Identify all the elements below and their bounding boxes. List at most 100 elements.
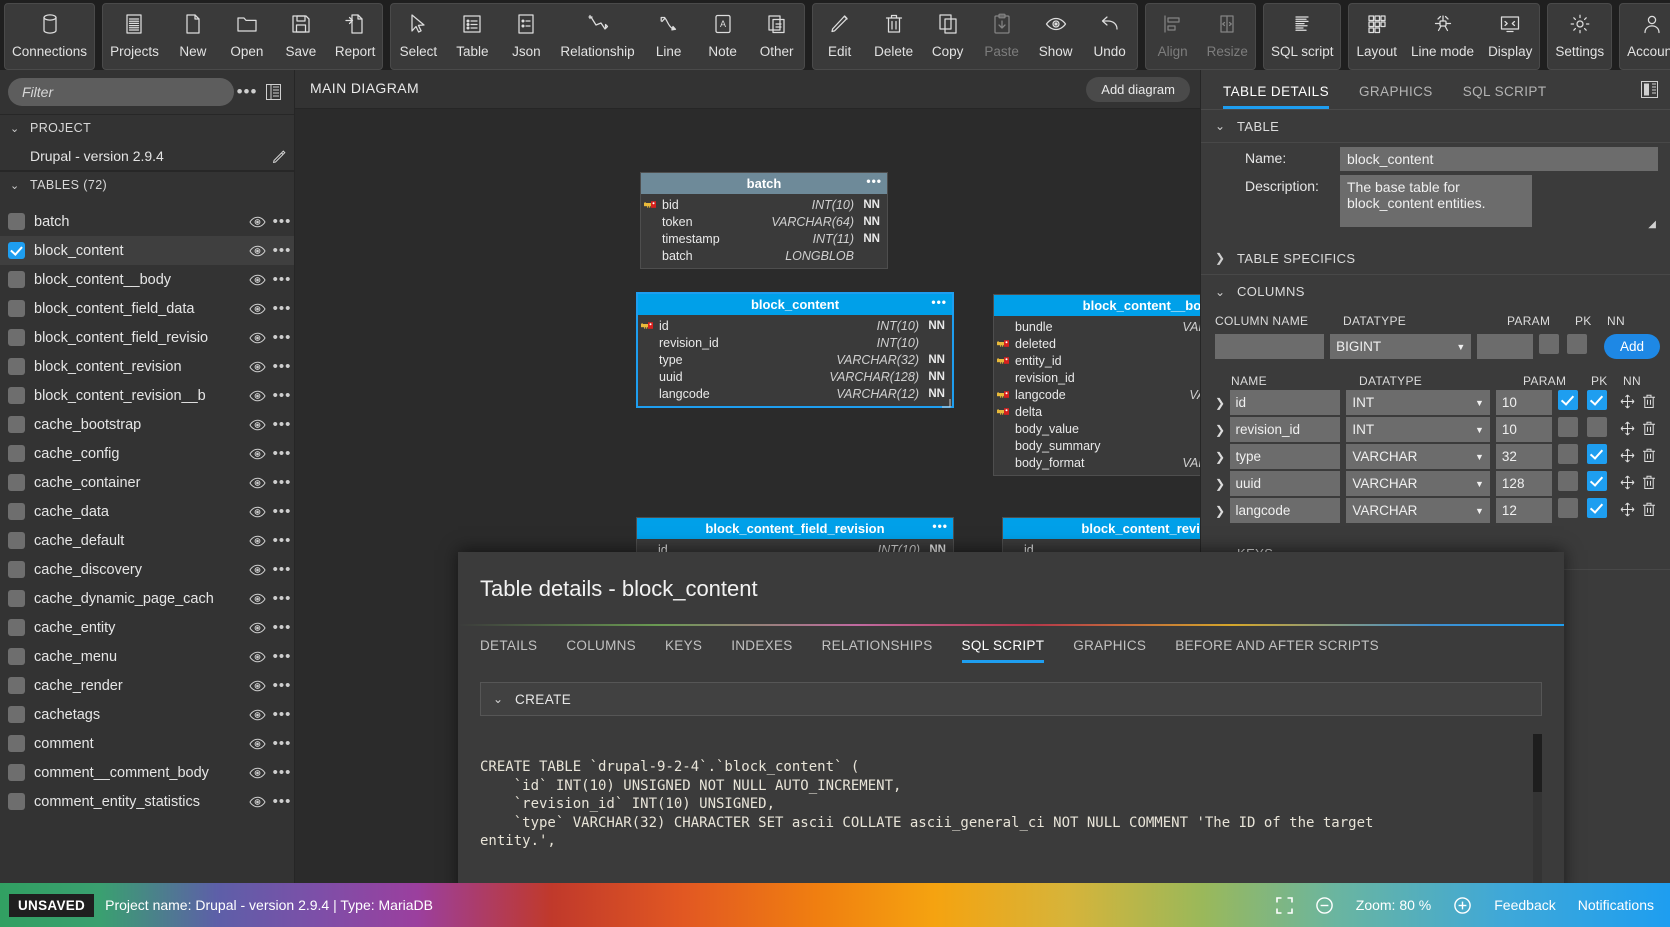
sidebar-table-batch[interactable]: batch••• — [0, 207, 294, 236]
toolbar-button-note[interactable]: ANote — [696, 4, 750, 69]
toggle-right-panel-icon[interactable] — [1641, 81, 1658, 109]
sidebar-table-comment_entity_statistics[interactable]: comment_entity_statistics••• — [0, 787, 294, 816]
column-name-input[interactable] — [1230, 498, 1341, 523]
sidebar-table-cache_menu[interactable]: cache_menu••• — [0, 642, 294, 671]
sql-scrollbar[interactable] — [1533, 734, 1542, 897]
filter-input[interactable] — [8, 78, 234, 106]
column-name-input[interactable] — [1230, 444, 1341, 469]
move-column-icon[interactable] — [1616, 394, 1638, 412]
column-datatype-select[interactable]: INT▼ — [1346, 417, 1490, 442]
column-param-input[interactable] — [1496, 444, 1552, 469]
table-menu-icon[interactable]: ••• — [931, 295, 947, 309]
column-pk-checkbox[interactable] — [1558, 498, 1578, 518]
eye-icon[interactable] — [244, 738, 270, 750]
toolbar-button-undo[interactable]: Undo — [1083, 4, 1137, 69]
table-checkbox[interactable] — [8, 648, 25, 665]
row-more-icon[interactable]: ••• — [270, 503, 294, 520]
toolbar-button-projects[interactable]: Projects — [103, 4, 166, 69]
sql-script-area[interactable]: CREATE TABLE `drupal-9-2-4`.`block_conte… — [480, 734, 1542, 897]
expand-row-icon[interactable]: ❯ — [1215, 477, 1230, 491]
toolbar-button-show[interactable]: Show — [1029, 4, 1083, 69]
toolbar-button-settings[interactable]: Settings — [1548, 4, 1611, 69]
column-name-input[interactable] — [1230, 471, 1341, 496]
table-checkbox[interactable] — [8, 474, 25, 491]
move-column-icon[interactable] — [1616, 475, 1638, 493]
eye-icon[interactable] — [244, 448, 270, 460]
column-pk-checkbox[interactable] — [1558, 417, 1578, 437]
modal-tab-relationships[interactable]: RELATIONSHIPS — [822, 633, 933, 663]
row-more-icon[interactable]: ••• — [270, 445, 294, 462]
project-row[interactable]: Drupal - version 2.9.4 — [0, 141, 294, 171]
diagram-table-header[interactable]: block_content__body••• — [994, 295, 1200, 316]
column-nn-checkbox[interactable] — [1587, 444, 1607, 464]
sidebar-table-cache_container[interactable]: cache_container••• — [0, 468, 294, 497]
add-column-button[interactable]: Add — [1604, 334, 1660, 359]
row-more-icon[interactable]: ••• — [270, 619, 294, 636]
zoom-in-icon[interactable] — [1453, 896, 1472, 915]
modal-tab-graphics[interactable]: GRAPHICS — [1073, 633, 1146, 663]
row-more-icon[interactable]: ••• — [270, 242, 294, 259]
create-section-header[interactable]: ⌄ CREATE — [480, 682, 1542, 716]
column-param-input[interactable] — [1496, 390, 1552, 415]
column-datatype-select[interactable]: INT▼ — [1346, 390, 1490, 415]
table-checkbox[interactable] — [8, 561, 25, 578]
tab-main-diagram[interactable]: MAIN DIAGRAM — [310, 70, 419, 109]
toolbar-button-json[interactable]: Json — [499, 4, 553, 69]
diagram-table-block_content[interactable]: block_content•••idINT(10)NNrevision_idIN… — [636, 292, 954, 408]
toolbar-button-select[interactable]: Select — [391, 4, 445, 69]
sidebar-table-cache_config[interactable]: cache_config••• — [0, 439, 294, 468]
table-menu-icon[interactable]: ••• — [932, 519, 948, 533]
column-datatype-select[interactable]: VARCHAR▼ — [1346, 498, 1490, 523]
diagram-table-block_content__body[interactable]: block_content__body•••bundleVARCHAR(128)… — [993, 294, 1200, 476]
row-more-icon[interactable]: ••• — [270, 590, 294, 607]
toolbar-button-line[interactable]: Line — [642, 4, 696, 69]
table-list[interactable]: batch•••block_content•••block_content__b… — [0, 207, 294, 883]
toolbar-button-layout[interactable]: Layout — [1349, 4, 1404, 69]
toolbar-button-new[interactable]: New — [166, 4, 220, 69]
toolbar-button-relationship[interactable]: Relationship — [553, 4, 641, 69]
table-section-header[interactable]: ⌄ TABLE — [1201, 110, 1670, 143]
toolbar-button-line-mode[interactable]: Line mode — [1404, 4, 1481, 69]
table-checkbox[interactable] — [8, 619, 25, 636]
new-column-nn-checkbox[interactable] — [1567, 334, 1587, 354]
delete-column-icon[interactable] — [1638, 502, 1660, 520]
table-menu-icon[interactable]: ••• — [866, 174, 882, 188]
column-nn-checkbox[interactable] — [1587, 417, 1607, 437]
expand-row-icon[interactable]: ❯ — [1215, 504, 1230, 518]
new-column-datatype-select[interactable]: BIGINT▼ — [1330, 334, 1471, 359]
move-column-icon[interactable] — [1616, 502, 1638, 520]
table-description-input[interactable]: The base table for block_content entitie… — [1340, 175, 1532, 227]
column-name-input[interactable] — [1230, 390, 1341, 415]
diagram-table-header[interactable]: block_content_field_revision••• — [637, 518, 953, 539]
diagram-table-header[interactable]: batch••• — [641, 173, 887, 194]
new-column-param-input[interactable] — [1477, 334, 1532, 359]
table-checkbox[interactable] — [8, 706, 25, 723]
table-checkbox[interactable] — [8, 242, 25, 259]
table-checkbox[interactable] — [8, 532, 25, 549]
pencil-icon[interactable] — [264, 149, 294, 163]
column-row[interactable]: ❯INT▼ — [1201, 388, 1670, 415]
sidebar-table-cache_render[interactable]: cache_render••• — [0, 671, 294, 700]
notifications-button[interactable]: Notifications — [1578, 897, 1654, 913]
sidebar-table-block_content[interactable]: block_content••• — [0, 236, 294, 265]
row-more-icon[interactable]: ••• — [270, 735, 294, 752]
sidebar-table-block_content_field_data[interactable]: block_content_field_data••• — [0, 294, 294, 323]
eye-icon[interactable] — [244, 767, 270, 779]
new-column-name-input[interactable] — [1215, 334, 1324, 359]
sidebar-table-cache_data[interactable]: cache_data••• — [0, 497, 294, 526]
zoom-level[interactable]: Zoom: 80 % — [1356, 897, 1431, 913]
row-more-icon[interactable]: ••• — [270, 561, 294, 578]
eye-icon[interactable] — [244, 245, 270, 257]
column-param-input[interactable] — [1496, 417, 1552, 442]
eye-icon[interactable] — [244, 216, 270, 228]
table-checkbox[interactable] — [8, 271, 25, 288]
modal-tab-before-and-after-scripts[interactable]: BEFORE AND AFTER SCRIPTS — [1175, 633, 1379, 663]
feedback-button[interactable]: Feedback — [1494, 897, 1555, 913]
expand-row-icon[interactable]: ❯ — [1215, 450, 1230, 464]
table-checkbox[interactable] — [8, 793, 25, 810]
sidebar-table-block_content_revision__b[interactable]: block_content_revision__b••• — [0, 381, 294, 410]
right-tab-sql-script[interactable]: SQL SCRIPT — [1463, 84, 1547, 109]
column-datatype-select[interactable]: VARCHAR▼ — [1346, 444, 1490, 469]
column-pk-checkbox[interactable] — [1558, 444, 1578, 464]
tables-section-header[interactable]: ⌄ TABLES (72) — [0, 171, 294, 198]
